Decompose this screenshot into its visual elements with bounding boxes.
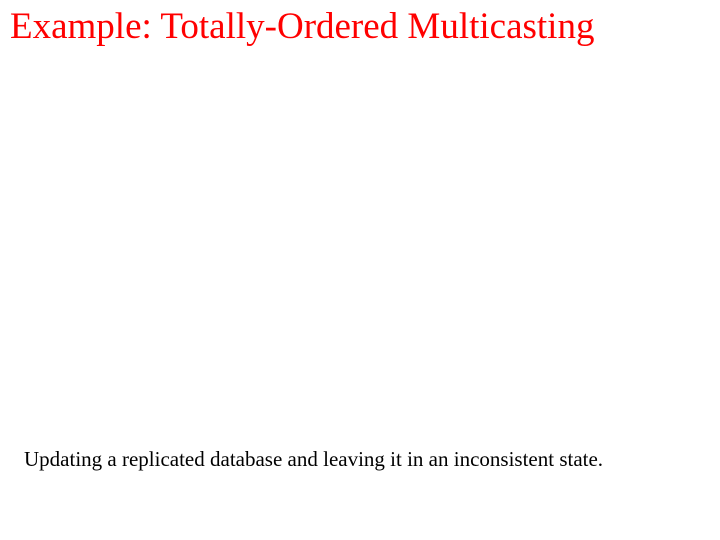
slide-caption: Updating a replicated database and leavi… <box>24 447 696 472</box>
slide-title: Example: Totally-Ordered Multicasting <box>10 6 710 49</box>
slide: Example: Totally-Ordered Multicasting Up… <box>0 0 720 540</box>
